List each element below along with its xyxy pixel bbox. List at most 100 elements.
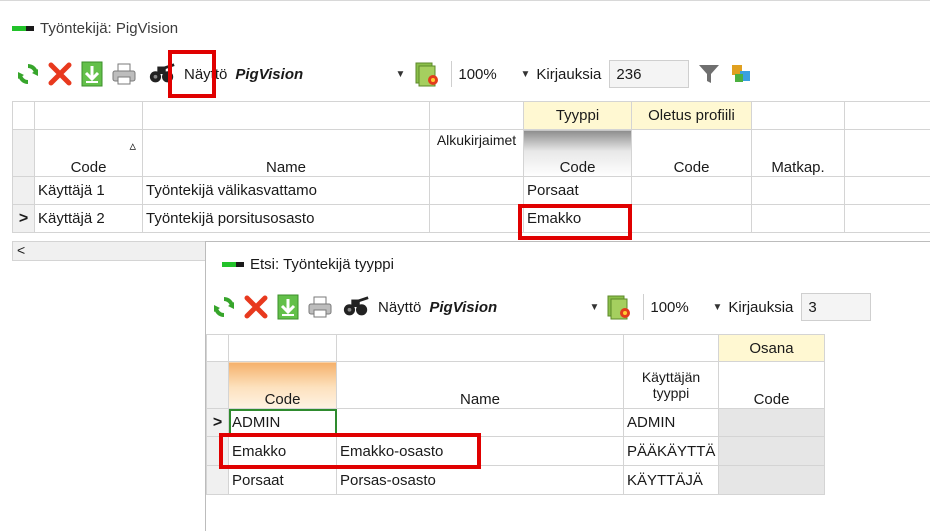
settings-icon[interactable] xyxy=(413,60,441,88)
cell-osana[interactable] xyxy=(718,408,825,437)
cell-tyyppi[interactable]: Porsaat xyxy=(523,176,632,205)
column-header-alkukirjaimet[interactable]: Alkukirjaimet xyxy=(429,129,524,177)
search-grid: Osana Code Name Käyttäjän tyyppi Code > … xyxy=(206,334,825,495)
row-header-corner xyxy=(12,129,35,177)
band-empty xyxy=(844,101,930,130)
band-osana: Osana xyxy=(718,334,825,362)
row-header-corner xyxy=(206,361,229,409)
toolbar-separator xyxy=(643,294,645,320)
save-icon[interactable] xyxy=(274,293,302,321)
zoom-value: 100% xyxy=(458,65,497,83)
cell-kayttajan-tyyppi[interactable]: KÄYTTÄJÄ xyxy=(623,465,719,495)
zoom-dropdown[interactable]: 100% ▼ xyxy=(650,293,722,321)
search-toolbar: Näyttö PigVision ▼ 100% ▼ Kirjauksia 3 xyxy=(210,287,925,327)
band-empty xyxy=(336,334,624,362)
cell-alkukirjaimet[interactable] xyxy=(429,176,524,205)
records-count: 236 xyxy=(616,65,642,83)
cell-code[interactable]: Käyttäjä 2 xyxy=(34,204,143,233)
cell-code[interactable]: Käyttäjä 1 xyxy=(34,176,143,205)
binoculars-icon[interactable] xyxy=(342,293,370,321)
column-header-osana-code[interactable]: Code xyxy=(718,361,825,409)
cell-kayttajan-tyyppi[interactable]: PÄÄKÄYTTÄ xyxy=(623,436,719,466)
column-header-name[interactable]: Name xyxy=(336,361,624,409)
cell-code[interactable]: Porsaat xyxy=(228,465,337,495)
cell-name[interactable] xyxy=(336,408,624,437)
row-selector[interactable] xyxy=(206,436,229,466)
chevron-down-icon: ▼ xyxy=(589,301,600,313)
table-row[interactable]: > ADMIN ADMIN xyxy=(206,408,825,437)
cell-matkap[interactable] xyxy=(751,204,845,233)
current-row-indicator[interactable]: > xyxy=(12,204,35,233)
sort-ascending-icon: ▵ xyxy=(129,138,136,153)
display-label: Näyttö xyxy=(184,65,228,83)
cell-kayttajan-tyyppi[interactable]: ADMIN xyxy=(623,408,719,437)
cell-osana[interactable] xyxy=(718,436,825,466)
settings-icon[interactable] xyxy=(605,293,633,321)
paint-icon[interactable] xyxy=(727,60,755,88)
table-row[interactable]: Emakko Emakko-osasto PÄÄKÄYTTÄ xyxy=(206,436,825,466)
scroll-left-icon[interactable]: < xyxy=(17,242,25,258)
records-count-field: 236 xyxy=(609,60,690,88)
save-icon[interactable] xyxy=(78,60,106,88)
delete-icon[interactable] xyxy=(46,60,74,88)
display-dropdown-value: PigVision xyxy=(429,298,498,316)
band-empty xyxy=(34,101,143,130)
cell-code-focused[interactable]: ADMIN xyxy=(228,408,337,437)
column-header-code[interactable]: ▵ Code xyxy=(34,129,143,177)
cell-name[interactable]: Porsas-osasto xyxy=(336,465,624,495)
zoom-dropdown[interactable]: 100% ▼ xyxy=(458,60,530,88)
table-row[interactable]: Käyttäjä 1 Työntekijä välikasvattamo Por… xyxy=(12,176,930,205)
table-row[interactable]: > Käyttäjä 2 Työntekijä porsitusosasto E… xyxy=(12,204,930,233)
toolbar-separator xyxy=(451,61,453,87)
cell-profiili[interactable] xyxy=(631,204,752,233)
records-label: Kirjauksia xyxy=(536,65,602,83)
current-row-indicator[interactable]: > xyxy=(206,408,229,437)
cell-alkukirjaimet[interactable] xyxy=(429,204,524,233)
chevron-down-icon: ▼ xyxy=(712,301,723,313)
binoculars-icon[interactable] xyxy=(148,60,176,88)
cell-tyyppi[interactable]: Emakko xyxy=(523,204,632,233)
display-dropdown[interactable]: PigVision ▼ xyxy=(429,293,599,321)
cell-name[interactable]: Työntekijä porsitusosasto xyxy=(142,204,430,233)
print-icon[interactable] xyxy=(110,60,138,88)
refresh-icon[interactable] xyxy=(14,60,42,88)
band-empty xyxy=(142,101,430,130)
print-icon[interactable] xyxy=(306,293,334,321)
column-header-profiili-code[interactable]: Code xyxy=(631,129,752,177)
cell-code[interactable]: Emakko xyxy=(228,436,337,466)
search-window-titlebar: Etsi: Työntekijä tyyppi xyxy=(222,256,394,273)
cell-osana[interactable] xyxy=(718,465,825,495)
column-header-kayttajan-tyyppi[interactable]: Käyttäjän tyyppi xyxy=(623,361,719,409)
cell-empty xyxy=(844,176,930,205)
refresh-icon[interactable] xyxy=(210,293,238,321)
column-header-name[interactable]: Name xyxy=(142,129,430,177)
display-label: Näyttö xyxy=(378,298,422,316)
cell-empty xyxy=(844,204,930,233)
cell-name[interactable]: Emakko-osasto xyxy=(336,436,624,466)
search-window-title: Etsi: Työntekijä tyyppi xyxy=(250,256,394,273)
column-header-code[interactable]: Code xyxy=(228,361,337,409)
records-count-field: 3 xyxy=(801,293,872,321)
cell-name[interactable]: Työntekijä välikasvattamo xyxy=(142,176,430,205)
cell-matkap[interactable] xyxy=(751,176,845,205)
cell-profiili[interactable] xyxy=(631,176,752,205)
records-count: 3 xyxy=(808,298,817,316)
main-window-title: Työntekijä: PigVision xyxy=(40,20,179,37)
row-selector[interactable] xyxy=(206,465,229,495)
filter-icon[interactable] xyxy=(695,60,723,88)
column-header-tyyppi-code[interactable]: Code xyxy=(523,129,632,177)
row-selector[interactable] xyxy=(12,176,35,205)
display-dropdown[interactable]: PigVision ▼ xyxy=(235,60,405,88)
window-app-icon xyxy=(12,24,34,34)
window-app-icon xyxy=(222,260,244,270)
column-header-matkap[interactable]: Matkap. xyxy=(751,129,845,177)
band-empty xyxy=(623,334,719,362)
main-grid: Tyyppi Oletus profiili ▵ Code Name Alkuk… xyxy=(12,101,930,233)
delete-icon[interactable] xyxy=(242,293,270,321)
column-header-empty xyxy=(844,129,930,177)
table-row[interactable]: Porsaat Porsas-osasto KÄYTTÄJÄ xyxy=(206,465,825,495)
display-dropdown-value: PigVision xyxy=(235,65,304,83)
band-empty xyxy=(429,101,524,130)
zoom-value: 100% xyxy=(650,298,689,316)
main-window-titlebar: Työntekijä: PigVision xyxy=(12,20,178,37)
